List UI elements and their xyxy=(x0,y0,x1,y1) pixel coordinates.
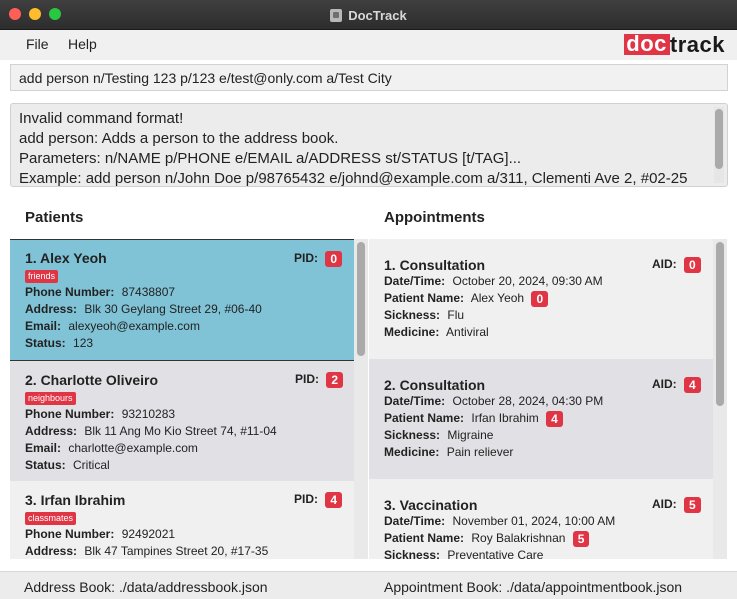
email-label: Email: xyxy=(25,441,62,455)
sickness-label: Sickness: xyxy=(384,548,441,559)
doctrack-logo: doc track xyxy=(624,32,725,57)
aid-badge: 0 xyxy=(684,257,701,273)
appointment-patient: Alex Yeoh xyxy=(470,291,525,305)
result-line: Parameters: n/NAME p/PHONE e/EMAIL a/ADD… xyxy=(19,150,522,167)
phone-label: Phone Number: xyxy=(25,407,115,421)
datetime-label: Date/Time: xyxy=(384,514,446,528)
pid-label: PID: xyxy=(294,251,318,266)
medicine-label: Medicine: xyxy=(384,325,440,339)
logo-track-part: track xyxy=(669,32,725,57)
logo-doc-part: doc xyxy=(624,33,670,55)
appointment-datetime: October 28, 2024, 04:30 PM xyxy=(452,394,604,408)
result-line: Invalid command format! xyxy=(19,110,184,127)
appointment-medicine: Antiviral xyxy=(446,325,489,339)
appointment-sickness: Preventative Care xyxy=(447,548,544,559)
result-display: Invalid command format! add person: Adds… xyxy=(10,103,728,187)
appointment-book-path: Appointment Book: ./data/appointmentbook… xyxy=(384,579,683,595)
aid-label: AID: xyxy=(652,257,677,272)
status-label: Status: xyxy=(25,336,66,350)
patient-status: Critical xyxy=(73,458,110,472)
address-book-path: Address Book: ./data/addressbook.json xyxy=(24,579,268,595)
phone-label: Phone Number: xyxy=(25,527,115,541)
address-label: Address: xyxy=(25,424,78,438)
appointment-card[interactable]: 3. Vaccination Date/Time: November 01, 2… xyxy=(369,479,713,559)
medicine-label: Medicine: xyxy=(384,445,440,459)
result-line: add person: Adds a person to the address… xyxy=(19,130,339,147)
appointment-card[interactable]: 1. Consultation Date/Time: October 20, 2… xyxy=(369,239,713,359)
patient-address: Blk 47 Tampines Street 20, #17-35 xyxy=(84,544,269,558)
aid-field: AID: 0 xyxy=(652,257,701,273)
patient-phone: 92492021 xyxy=(121,527,176,541)
datetime-label: Date/Time: xyxy=(384,394,446,408)
pid-field: PID: 2 xyxy=(295,372,344,388)
appointment-medicine: Pain reliever xyxy=(446,445,514,459)
command-input[interactable]: add person n/Testing 123 p/123 e/test@on… xyxy=(10,64,728,91)
aid-badge: 4 xyxy=(684,377,701,393)
patient-card[interactable]: 3. Irfan Ibrahim classmates Phone Number… xyxy=(10,481,354,559)
appointments-header: Appointments xyxy=(384,209,485,226)
pid-field: PID: 4 xyxy=(294,492,343,508)
patient-list-scrollbar[interactable] xyxy=(354,239,368,559)
datetime-label: Date/Time: xyxy=(384,274,446,288)
patient-id-badge: 5 xyxy=(572,530,590,547)
result-line: Example: add person n/John Doe p/9876543… xyxy=(19,170,688,187)
appointment-list-scrollbar-thumb[interactable] xyxy=(716,242,724,406)
aid-field: AID: 4 xyxy=(652,377,701,393)
appointment-datetime: October 20, 2024, 09:30 AM xyxy=(452,274,603,288)
patient-email: alexyeoh@example.com xyxy=(68,319,200,333)
email-label: Email: xyxy=(25,319,62,333)
appointment-list-scrollbar[interactable] xyxy=(713,239,727,559)
appointment-list: 1. Consultation Date/Time: October 20, 2… xyxy=(369,239,727,559)
window-title: DocTrack xyxy=(348,7,407,23)
appointment-patient: Roy Balakrishnan xyxy=(471,531,566,545)
patient-name-label: Patient Name: xyxy=(384,291,465,305)
appointment-card[interactable]: 2. Consultation Date/Time: October 28, 2… xyxy=(369,359,713,479)
result-scrollbar-thumb[interactable] xyxy=(715,109,723,169)
patient-status: 123 xyxy=(73,336,94,350)
pid-badge: 0 xyxy=(325,251,343,267)
patient-name-label: Patient Name: xyxy=(384,531,465,545)
patient-tag: classmates xyxy=(25,512,77,525)
appointment-datetime: November 01, 2024, 10:00 AM xyxy=(452,514,616,528)
sickness-label: Sickness: xyxy=(384,308,441,322)
appointment-sickness: Flu xyxy=(447,308,465,322)
patient-list-scrollbar-thumb[interactable] xyxy=(357,242,365,356)
address-label: Address: xyxy=(25,544,78,558)
patient-card[interactable]: 1. Alex Yeoh friends Phone Number: 87438… xyxy=(10,239,354,361)
phone-label: Phone Number: xyxy=(25,285,115,299)
patient-list: 1. Alex Yeoh friends Phone Number: 87438… xyxy=(10,239,368,559)
patient-phone: 93210283 xyxy=(121,407,176,421)
menu-help[interactable]: Help xyxy=(68,36,97,52)
pid-badge: 4 xyxy=(325,492,343,508)
patient-email: charlotte@example.com xyxy=(68,441,198,455)
aid-label: AID: xyxy=(652,497,677,512)
menu-file[interactable]: File xyxy=(26,36,49,52)
address-label: Address: xyxy=(25,302,78,316)
app-icon xyxy=(330,8,343,22)
result-scrollbar[interactable] xyxy=(714,107,724,183)
patient-card[interactable]: 2. Charlotte Oliveiro neighbours Phone N… xyxy=(10,361,354,481)
patient-tag: friends xyxy=(25,270,59,283)
sickness-label: Sickness: xyxy=(384,428,441,442)
pid-field: PID: 0 xyxy=(294,251,343,267)
patient-id-badge: 4 xyxy=(546,410,563,427)
patient-address: Blk 11 Ang Mo Kio Street 74, #11-04 xyxy=(84,424,277,438)
aid-badge: 5 xyxy=(684,497,701,513)
patient-tag: neighbours xyxy=(25,392,76,405)
appointment-sickness: Migraine xyxy=(447,428,494,442)
appointment-patient: Irfan Ibrahim xyxy=(471,411,539,425)
status-bar: Address Book: ./data/addressbook.json Ap… xyxy=(0,571,737,599)
aid-label: AID: xyxy=(652,377,677,392)
patient-name-label: Patient Name: xyxy=(384,411,465,425)
patient-address: Blk 30 Geylang Street 29, #06-40 xyxy=(84,302,262,316)
patient-phone: 87438807 xyxy=(121,285,176,299)
aid-field: AID: 5 xyxy=(652,497,701,513)
pid-label: PID: xyxy=(294,492,318,507)
pid-label: PID: xyxy=(295,372,319,387)
title-bar: DocTrack xyxy=(0,0,737,30)
patient-id-badge: 0 xyxy=(531,290,549,307)
status-label: Status: xyxy=(25,458,66,472)
patients-header: Patients xyxy=(25,209,84,226)
pid-badge: 2 xyxy=(326,372,344,388)
